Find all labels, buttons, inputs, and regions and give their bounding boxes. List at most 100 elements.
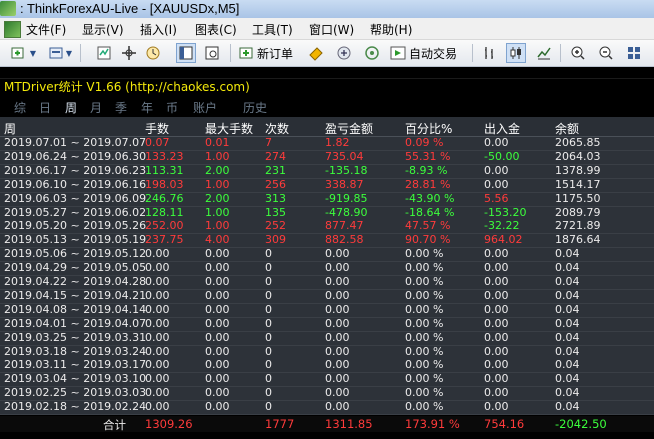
- cell-max-lots: 0.00: [205, 400, 230, 414]
- cell-pnl: -478.90: [325, 205, 368, 219]
- cell-count: 0: [265, 344, 272, 358]
- cell-lots: 0.00: [145, 316, 170, 330]
- profiles-icon[interactable]: [46, 43, 66, 63]
- cell-balance: 1378.99: [555, 163, 601, 177]
- market-icon[interactable]: [362, 43, 382, 63]
- menu-view[interactable]: 显示(V): [82, 21, 124, 38]
- new-order-button[interactable]: 新订单: [238, 43, 293, 63]
- table-row: 2019.04.01 ~ 2019.04.07 0.00 0.00 0 0.00 0.00…: [0, 316, 654, 332]
- table-row: 2019.04.15 ~ 2019.04.21 0.00 0.00 0 0.00 0.00…: [0, 288, 654, 304]
- cell-max-lots: 1.00: [205, 205, 230, 219]
- navigator-icon[interactable]: [119, 43, 139, 63]
- chevron-down-icon[interactable]: ▼: [28, 43, 38, 63]
- document-icon[interactable]: [4, 21, 21, 38]
- tab-year[interactable]: 年: [141, 99, 153, 116]
- cell-percent: 0.00 %: [405, 275, 444, 288]
- cell-max-lots: 0.01: [205, 136, 230, 149]
- candlestick-icon[interactable]: [506, 43, 526, 63]
- tab-week[interactable]: 周: [65, 99, 77, 116]
- cell-period: 2019.03.04 ~ 2019.03.10: [4, 372, 147, 386]
- cell-pnl: 0.00: [325, 275, 350, 288]
- cell-count: 0: [265, 275, 272, 288]
- menu-tools[interactable]: 工具(T): [252, 21, 293, 38]
- cell-pnl: 0.00: [325, 344, 350, 358]
- zoom-in-icon[interactable]: [568, 43, 588, 63]
- cell-period: 2019.06.17 ~ 2019.06.23: [4, 163, 147, 177]
- metaeditor-icon[interactable]: [306, 43, 326, 63]
- menu-charts[interactable]: 图表(C): [195, 21, 237, 38]
- total-label: 合计: [103, 418, 126, 432]
- total-lots: 1309.26: [145, 417, 193, 431]
- cell-count: 0: [265, 400, 272, 414]
- cell-count: 313: [265, 191, 286, 205]
- bar-chart-icon[interactable]: [480, 43, 500, 63]
- table-row: 2019.03.25 ~ 2019.03.31 0.00 0.00 0 0.00 0.00…: [0, 330, 654, 346]
- menu-window[interactable]: 窗口(W): [309, 21, 354, 38]
- cell-period: 2019.06.24 ~ 2019.06.30: [4, 149, 147, 163]
- cell-pnl: -135.18: [325, 163, 368, 177]
- tab-quarter[interactable]: 季: [115, 99, 127, 116]
- cell-cashflow: 0.00: [484, 136, 509, 149]
- menu-help[interactable]: 帮助(H): [370, 21, 412, 38]
- cell-percent: -8.93 %: [405, 163, 448, 177]
- cell-cashflow: 5.56: [484, 191, 509, 205]
- cell-cashflow: 0.00: [484, 372, 509, 386]
- tile-windows-icon[interactable]: [624, 43, 644, 63]
- tab-history[interactable]: 历史: [243, 99, 267, 116]
- tab-month[interactable]: 月: [90, 99, 102, 116]
- autotrading-button[interactable]: 自动交易: [390, 43, 457, 63]
- cell-pnl: 338.87: [325, 177, 364, 191]
- chevron-down-icon[interactable]: ▼: [64, 43, 74, 63]
- col-balance: 余额: [555, 122, 580, 136]
- cell-percent: 0.00 %: [405, 302, 444, 316]
- toolbar: ▼ ▼ 新订单 自动交易: [0, 40, 654, 67]
- cell-balance: 0.04: [555, 288, 580, 302]
- cell-balance: 2064.03: [555, 149, 601, 163]
- menu-insert[interactable]: 插入(I): [140, 21, 177, 38]
- tab-account[interactable]: 账户: [193, 99, 217, 116]
- cell-percent: 0.00 %: [405, 316, 444, 330]
- terminal-icon[interactable]: [176, 43, 196, 63]
- cell-max-lots: 0.00: [205, 261, 230, 275]
- total-row: 合计 1309.26 1777 1311.85 173.91 % 754.16 …: [0, 416, 654, 432]
- cell-percent: 0.00 %: [405, 358, 444, 372]
- tab-summary[interactable]: 综: [14, 99, 26, 116]
- data-window-icon[interactable]: [143, 43, 163, 63]
- cell-period: 2019.03.25 ~ 2019.03.31: [4, 330, 147, 344]
- menu-file[interactable]: 文件(F): [26, 21, 66, 38]
- autotrading-label: 自动交易: [409, 46, 458, 61]
- cell-lots: 0.00: [145, 400, 170, 414]
- strategy-tester-icon[interactable]: [202, 43, 222, 63]
- cell-max-lots: 0.00: [205, 288, 230, 302]
- market-watch-icon[interactable]: [94, 43, 114, 63]
- cell-lots: 128.11: [145, 205, 184, 219]
- cell-balance: 1514.17: [555, 177, 601, 191]
- table-row: 2019.06.03 ~ 2019.06.09 246.76 2.00 313 -919…: [0, 191, 654, 207]
- cell-cashflow: 0.00: [484, 330, 509, 344]
- new-chart-icon[interactable]: [8, 43, 28, 63]
- cell-count: 0: [265, 386, 272, 400]
- cell-cashflow: 0.00: [484, 275, 509, 288]
- cell-pnl: 735.04: [325, 149, 364, 163]
- cell-balance: 0.04: [555, 330, 580, 344]
- cell-lots: 0.00: [145, 386, 170, 400]
- cell-max-lots: 0.00: [205, 330, 230, 344]
- col-count: 次数: [265, 122, 290, 136]
- cell-cashflow: 0.00: [484, 247, 509, 261]
- table-row: 2019.06.10 ~ 2019.06.16 198.03 1.00 256 338.…: [0, 177, 654, 193]
- tab-currency[interactable]: 币: [166, 99, 178, 116]
- total-cashflow: 754.16: [484, 417, 525, 431]
- cell-balance: 2089.79: [555, 205, 601, 219]
- line-chart-icon[interactable]: [534, 43, 554, 63]
- signals-icon[interactable]: [334, 43, 354, 63]
- tab-day[interactable]: 日: [39, 99, 51, 116]
- table-row: 2019.07.01 ~ 2019.07.07 0.07 0.01 7 1.82 0.09…: [0, 136, 654, 151]
- table-row: 2019.03.11 ~ 2019.03.17 0.00 0.00 0 0.00 0.00…: [0, 358, 654, 374]
- col-lots: 手数: [145, 122, 170, 136]
- cell-max-lots: 0.00: [205, 372, 230, 386]
- cell-period: 2019.02.18 ~ 2019.02.24: [4, 400, 147, 414]
- cell-period: 2019.04.08 ~ 2019.04.14: [4, 302, 147, 316]
- cell-percent: -43.90 %: [405, 191, 455, 205]
- cell-count: 0: [265, 372, 272, 386]
- zoom-out-icon[interactable]: [596, 43, 616, 63]
